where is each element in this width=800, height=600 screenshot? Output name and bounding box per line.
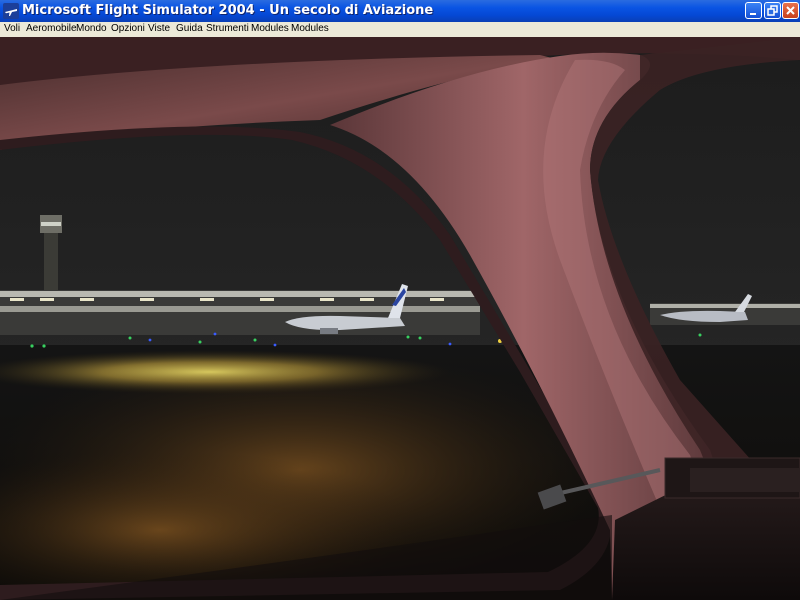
menu-modules-2[interactable]: Modules — [291, 22, 329, 36]
menu-mondo[interactable]: Mondo — [76, 22, 107, 36]
menu-aeromobile[interactable]: Aeromobile — [26, 22, 77, 36]
simulator-3d-view[interactable] — [0, 37, 800, 600]
close-icon — [786, 6, 795, 15]
minimize-icon — [750, 13, 756, 15]
menu-strumenti[interactable]: Strumenti — [206, 22, 249, 36]
minimize-button[interactable] — [745, 2, 762, 19]
restore-button[interactable] — [764, 2, 781, 19]
menu-opzioni[interactable]: Opzioni — [111, 22, 145, 36]
close-button[interactable] — [782, 2, 799, 19]
restore-icon — [767, 5, 778, 16]
menu-voli[interactable]: Voli — [4, 22, 20, 36]
menu-bar: Voli Aeromobile Mondo Opzioni Viste Guid… — [0, 22, 800, 38]
flight-sim-app-icon[interactable] — [3, 3, 19, 19]
window-title: Microsoft Flight Simulator 2004 - Un sec… — [22, 3, 434, 18]
menu-modules-1[interactable]: Modules — [251, 22, 289, 36]
menu-viste[interactable]: Viste — [148, 22, 170, 36]
cockpit-night-scene — [0, 37, 800, 600]
menu-guida[interactable]: Guida — [176, 22, 203, 36]
title-bar[interactable]: Microsoft Flight Simulator 2004 - Un sec… — [0, 0, 800, 23]
